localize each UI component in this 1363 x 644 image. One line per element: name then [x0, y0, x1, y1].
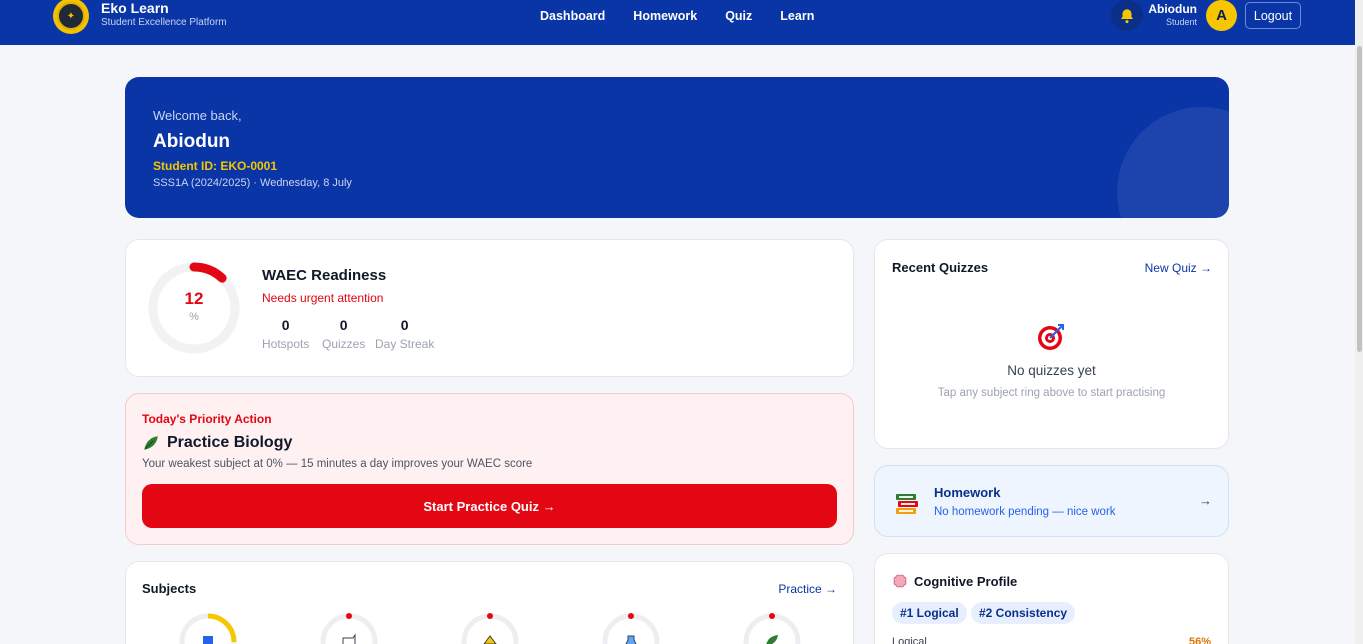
welcome-greeting: Welcome back, [153, 108, 242, 123]
logout-button[interactable]: Logout [1245, 2, 1301, 29]
stat-label: Quizzes [322, 337, 366, 351]
cognitive-title-text: Cognitive Profile [914, 573, 1018, 589]
top-navbar: ✦ Eko Learn Student Excellence Platform … [0, 0, 1355, 45]
school-logo[interactable]: ✦ [53, 0, 89, 34]
start-practice-quiz-button[interactable]: Start Practice Quiz → [142, 484, 837, 528]
waec-status: Needs urgent attention [262, 291, 384, 305]
leaf-icon [766, 635, 778, 644]
books-icon [896, 494, 918, 514]
homework-title: Homework [934, 485, 1001, 500]
stat-hotspots: 0 Hotspots [262, 317, 309, 351]
student-id: Student ID: EKO-0001 [153, 159, 278, 173]
priority-title-text: Practice Biology [167, 434, 293, 451]
stat-quizzes: 0 Quizzes [322, 317, 365, 351]
flask-icon [625, 635, 637, 644]
readiness-unit: % [189, 311, 199, 323]
brain-icon [893, 574, 907, 588]
recent-quizzes-title: Recent Quizzes [892, 260, 989, 275]
target-icon [1038, 324, 1064, 350]
user-role: Student [1165, 17, 1197, 27]
homework-status: No homework pending — nice work [934, 506, 1116, 518]
stat-label: Day Streak [375, 337, 435, 351]
waec-title: WAEC Readiness [262, 267, 387, 284]
crest-icon: ✦ [57, 2, 85, 30]
stat-value: 0 [400, 317, 409, 333]
priority-title: Practice Biology [142, 434, 292, 452]
subjects-card: Subjects Practice → [125, 561, 854, 644]
welcome-banner: Welcome back, Abiodun Student ID: EKO-00… [125, 77, 1229, 218]
brand-name: Eko Learn [101, 0, 169, 16]
priority-description: Your weakest subject at 0% — 15 minutes … [142, 458, 533, 470]
arrow-right-icon[interactable]: → [1199, 493, 1212, 508]
cognitive-tag-2: #2 Consistency [971, 602, 1076, 624]
cognitive-profile-card: Cognitive Profile #1 Logical #2 Consiste… [874, 553, 1229, 644]
homework-card[interactable]: Homework No homework pending — nice work… [874, 465, 1229, 537]
book-icon [203, 636, 213, 644]
subject-ring-3[interactable] [460, 612, 520, 644]
user-name: Abiodun [1148, 2, 1197, 16]
cognitive-row-label: Logical [892, 636, 927, 644]
nav-dashboard[interactable]: Dashboard [540, 9, 605, 23]
bell-icon [1121, 8, 1133, 23]
student-name: Abiodun [153, 131, 231, 152]
class-info: SSS1A (2024/2025) · Wednesday, 8 July [153, 177, 352, 189]
stat-label: Hotspots [262, 337, 310, 351]
subjects-title: Subjects [142, 581, 197, 596]
scale-icon [483, 635, 497, 644]
nav-homework[interactable]: Homework [633, 9, 697, 23]
note-icon [342, 633, 356, 644]
recent-quizzes-card: Recent Quizzes New Quiz → No quizzes yet… [874, 239, 1229, 449]
subject-ring-2[interactable] [319, 612, 379, 644]
nav-learn[interactable]: Learn [780, 9, 814, 23]
priority-action-card: Today's Priority Action Practice Biology… [125, 393, 854, 545]
brand-tagline: Student Excellence Platform [101, 17, 227, 28]
subject-ring-4[interactable] [601, 612, 661, 644]
subject-ring-1[interactable] [178, 612, 238, 644]
cognitive-row-value: 56% [1188, 636, 1211, 644]
leaf-icon [144, 436, 158, 450]
avatar[interactable]: A [1206, 0, 1237, 31]
readiness-score: 12 [184, 289, 204, 308]
no-quizzes-hint: Tap any subject ring above to start prac… [937, 387, 1166, 399]
decorative-circle [1117, 107, 1229, 218]
cognitive-tag-1: #1 Logical [892, 602, 967, 624]
page-scrollbar-thumb[interactable] [1357, 46, 1362, 352]
nav-quiz[interactable]: Quiz [725, 9, 752, 23]
priority-label: Today's Priority Action [142, 412, 272, 426]
new-quiz-link[interactable]: New Quiz → [1145, 261, 1212, 275]
waec-readiness-card: 12 % WAEC Readiness Needs urgent attenti… [125, 239, 854, 377]
stat-value: 0 [281, 317, 290, 333]
stat-day-streak: 0 Day Streak [375, 317, 434, 351]
subject-ring-5[interactable] [742, 612, 802, 644]
no-quizzes-title: No quizzes yet [1007, 363, 1096, 378]
cognitive-title: Cognitive Profile [892, 573, 1017, 589]
stat-value: 0 [339, 317, 348, 333]
main-nav: Dashboard Homework Quiz Learn [540, 9, 842, 23]
subjects-practice-link[interactable]: Practice → [778, 582, 837, 596]
